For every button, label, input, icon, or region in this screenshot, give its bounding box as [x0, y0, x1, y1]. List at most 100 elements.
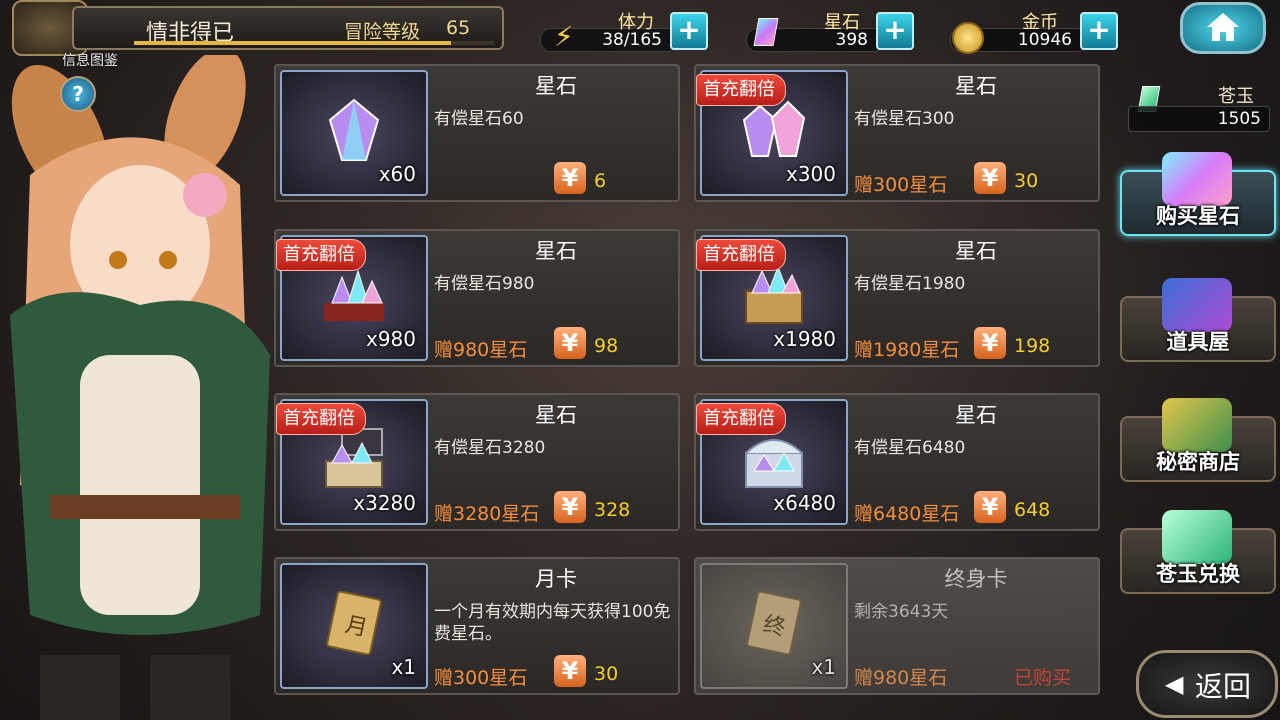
product-card-1980[interactable]: x1980 首充翻倍 星石 有偿星石1980 赠1980星石 ¥ 198 [694, 229, 1100, 367]
product-title: 星石 [535, 239, 577, 263]
product-bonus: 赠980星石 [854, 667, 948, 689]
star-stone-carpet-icon [324, 269, 384, 321]
product-card-60[interactable]: x60 星石 有偿星石60 ¥ 6 [274, 64, 680, 202]
monthly-card-icon: 月 [326, 591, 382, 655]
product-quantity: x300 [785, 162, 836, 186]
jade-value: 1505 [1217, 109, 1261, 129]
stamina-value: 38/165 [602, 30, 662, 50]
product-description: 有偿星石1980 [854, 274, 966, 294]
jade-crystal-icon [1162, 510, 1232, 564]
product-price: 648 [1014, 499, 1051, 521]
product-description: 有偿星石980 [434, 274, 535, 294]
product-price: 6 [594, 170, 607, 192]
jade-box: 1505 [1128, 106, 1270, 132]
product-quantity: x3280 [353, 491, 416, 515]
product-thumbnail: x60 [280, 70, 428, 196]
product-description: 一个月有效期内每天获得100免费星石。 [434, 602, 671, 644]
product-quantity: x1980 [773, 327, 836, 351]
product-title: 星石 [535, 403, 577, 427]
yen-icon: ¥ [974, 491, 1006, 523]
lifetime-card-icon: 终 [746, 591, 802, 655]
product-title: 星石 [955, 403, 997, 427]
product-price: 98 [594, 335, 619, 357]
info-catalog-label[interactable]: 信息图鉴 [62, 50, 118, 70]
product-card-980[interactable]: x980 首充翻倍 星石 有偿星石980 赠980星石 ¥ 98 [274, 229, 680, 367]
rank-value: 65 [446, 17, 471, 39]
product-price: 30 [1014, 170, 1039, 192]
add-star-stone-button[interactable]: + [876, 12, 914, 50]
product-price: 30 [594, 663, 619, 685]
product-quantity: x980 [365, 327, 416, 351]
gold-coin-icon [952, 22, 984, 54]
add-stamina-button[interactable]: + [670, 12, 708, 50]
add-gold-button[interactable]: + [1080, 12, 1118, 50]
star-stone-icon [328, 98, 380, 161]
buy-star-stone-label: 购买星石 [1156, 204, 1240, 228]
jade-label: 苍玉 [1218, 86, 1254, 107]
yen-icon: ¥ [974, 162, 1006, 194]
star-stone-resource: 星石 398 + [746, 6, 918, 52]
product-description: 有偿星石300 [854, 109, 955, 129]
home-icon [1207, 13, 1239, 41]
lightning-icon: ⚡ [554, 20, 574, 53]
jade-exchange-label: 苍玉兑换 [1156, 562, 1240, 586]
secret-shop-button[interactable]: 秘密商店 [1120, 398, 1276, 482]
gold-resource: 金币 10946 + [950, 6, 1122, 54]
product-bonus: 赠300星石 [854, 174, 948, 196]
character-illustration [10, 55, 270, 720]
monthly-card[interactable]: 月 x1 月卡 一个月有效期内每天获得100免费星石。 赠300星石 ¥ 30 [274, 557, 680, 695]
yen-icon: ¥ [974, 327, 1006, 359]
product-bonus: 赠300星石 [434, 667, 528, 689]
product-price: 198 [1014, 335, 1051, 357]
star-stone-crate-icon [745, 265, 803, 324]
home-button[interactable] [1180, 2, 1266, 54]
product-title: 月卡 [535, 567, 577, 591]
help-button[interactable]: ? [60, 76, 96, 112]
yen-icon: ¥ [554, 162, 586, 194]
first-purchase-double-badge: 首充翻倍 [696, 403, 786, 435]
star-stone-pair-icon [742, 100, 806, 157]
gold-value: 10946 [1017, 30, 1072, 50]
product-thumbnail: 终 x1 [700, 563, 848, 689]
buy-star-stone-button[interactable]: 购买星石 [1120, 152, 1276, 236]
product-quantity: x1 [811, 655, 836, 679]
product-quantity: x1 [391, 655, 416, 679]
potion-book-icon [1162, 278, 1232, 332]
purchased-status: 已购买 [1014, 667, 1072, 689]
product-title: 星石 [955, 74, 997, 98]
first-purchase-double-badge: 首充翻倍 [696, 74, 786, 106]
item-shop-button[interactable]: 道具屋 [1120, 278, 1276, 362]
star-stone-treasure-chest-icon [745, 439, 803, 488]
yen-icon: ¥ [554, 327, 586, 359]
product-quantity: x6480 [773, 491, 836, 515]
product-bonus: 赠3280星石 [434, 503, 540, 525]
star-stone-value: 398 [835, 30, 868, 50]
product-title: 星石 [535, 74, 577, 98]
product-card-6480[interactable]: x6480 首充翻倍 星石 有偿星石6480 赠6480星石 ¥ 648 [694, 393, 1100, 531]
stamina-resource: ⚡ 体力 38/165 + [540, 6, 712, 53]
product-price: 328 [594, 499, 631, 521]
product-card-300[interactable]: x300 首充翻倍 星石 有偿星石300 赠300星石 ¥ 30 [694, 64, 1100, 202]
first-purchase-double-badge: 首充翻倍 [276, 239, 366, 271]
product-description: 有偿星石60 [434, 109, 524, 129]
rank-label: 冒险等级 [344, 21, 421, 43]
star-stone-chest-icon [325, 428, 383, 488]
yen-icon: ¥ [554, 491, 586, 523]
lifetime-card: 终 x1 终身卡 剩余3643天 赠980星石 已购买 [694, 557, 1100, 695]
back-label: 返回 [1195, 670, 1252, 703]
back-arrow-icon: ◀ [1165, 670, 1184, 698]
product-title: 终身卡 [944, 567, 1008, 591]
xp-bar-fill [134, 41, 451, 45]
profile-bar[interactable]: 情非得已 冒险等级 65 [72, 6, 504, 50]
first-purchase-double-badge: 首充翻倍 [696, 239, 786, 271]
product-title: 星石 [955, 239, 997, 263]
jade-exchange-button[interactable]: 苍玉兑换 [1120, 510, 1276, 594]
product-card-3280[interactable]: x3280 首充翻倍 星石 有偿星石3280 赠3280星石 ¥ 328 [274, 393, 680, 531]
product-bonus: 赠980星石 [434, 339, 528, 361]
secret-shop-label: 秘密商店 [1156, 450, 1240, 474]
treasure-bag-icon [1162, 398, 1232, 452]
item-shop-label: 道具屋 [1166, 330, 1230, 354]
back-button[interactable]: ◀ 返回 [1136, 650, 1278, 718]
product-description: 有偿星石6480 [854, 438, 966, 458]
product-description: 有偿星石3280 [434, 438, 546, 458]
